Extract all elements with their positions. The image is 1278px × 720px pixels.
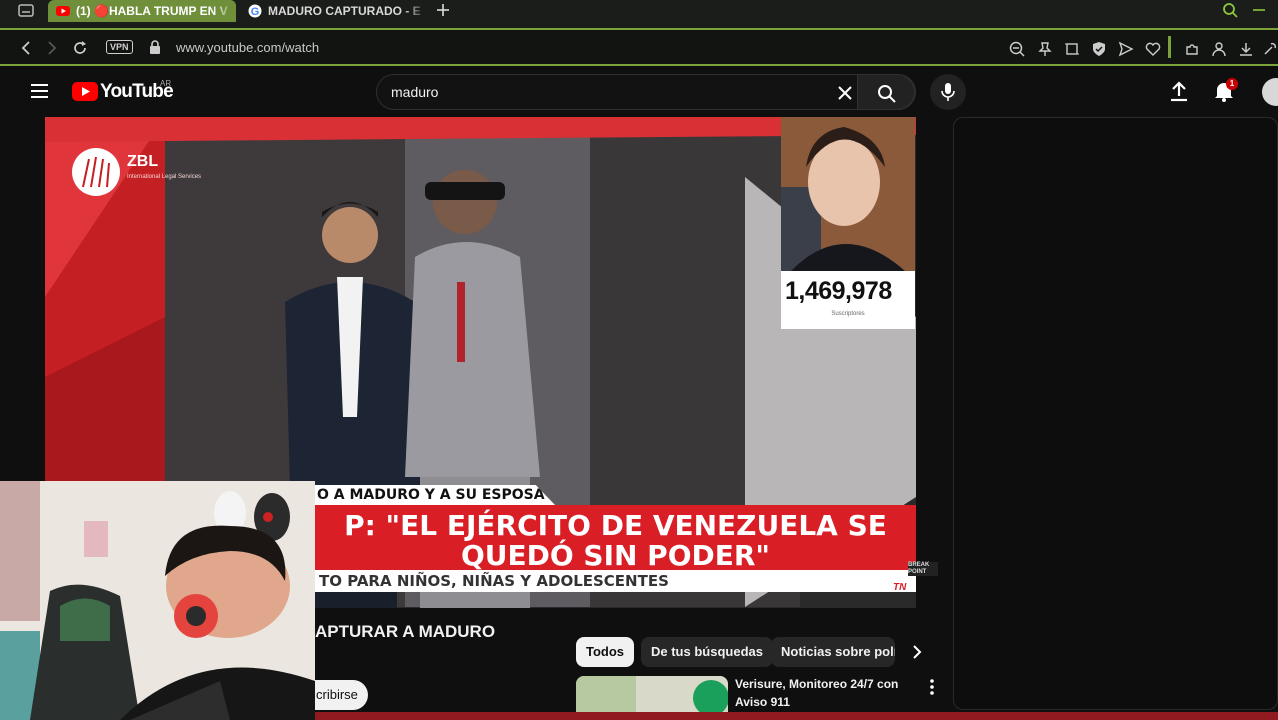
corner-tag: BREAK POINT <box>908 562 938 576</box>
bottom-strip <box>315 712 1278 720</box>
shield-icon[interactable] <box>1091 41 1107 57</box>
youtube-header: YouTube AR maduro 1 <box>0 68 1278 116</box>
subscriber-counter: 1,469,978 Suscriptores <box>781 271 915 329</box>
webcam-graphics <box>0 481 315 720</box>
avatar[interactable] <box>1262 78 1278 106</box>
right-side-panel <box>953 117 1278 710</box>
subscriber-count: 1,469,978 <box>785 277 892 305</box>
download-icon[interactable] <box>1238 41 1254 57</box>
microphone-icon <box>941 83 955 101</box>
chip-noticias[interactable]: Noticias sobre polí <box>771 637 895 667</box>
extensions-icon[interactable] <box>1184 41 1200 57</box>
search-input[interactable]: maduro <box>391 84 438 100</box>
notification-badge: 1 <box>1226 78 1238 90</box>
url-field[interactable]: www.youtube.com/watch <box>176 40 319 55</box>
streamer-facecam <box>781 117 915 271</box>
tools-icon[interactable] <box>1262 41 1278 57</box>
lock-icon[interactable] <box>147 39 163 55</box>
pin-icon[interactable] <box>1037 41 1053 57</box>
heart-icon[interactable] <box>1145 41 1161 57</box>
facecam-graphics <box>781 117 915 271</box>
tab-title: (1) 🔴HABLA TRUMP EN V <box>76 4 228 18</box>
toolbar-divider <box>1168 36 1171 58</box>
address-bar: VPN www.youtube.com/watch <box>0 28 1278 66</box>
tab-maduro-capturado[interactable]: G MADURO CAPTURADO - E <box>240 0 428 22</box>
suggested-title-2[interactable]: Aviso 911 <box>735 695 790 709</box>
chip-todos[interactable]: Todos <box>576 637 635 667</box>
search-box: maduro <box>376 74 916 110</box>
profile-icon[interactable] <box>1211 41 1227 57</box>
minimize-window-icon[interactable] <box>1252 8 1266 12</box>
channel-bug: TN <box>893 582 907 593</box>
tab-habla-trump[interactable]: (1) 🔴HABLA TRUMP EN V <box>48 0 236 22</box>
subscriber-label: Suscriptores <box>831 311 865 317</box>
reload-icon[interactable] <box>72 40 88 56</box>
tab-title: MADURO CAPTURADO - E <box>268 4 421 18</box>
youtube-favicon-icon <box>56 6 70 16</box>
tab-manager-icon[interactable] <box>18 4 34 18</box>
chevron-right-icon[interactable] <box>910 644 924 660</box>
chip-de-tus-busquedas[interactable]: De tus búsquedas <box>641 637 773 667</box>
headline-line-1: P: "EL EJÉRCITO DE VENEZUELA SE <box>344 509 887 542</box>
forward-icon[interactable] <box>44 40 60 56</box>
news-sub-banner: TO PARA NIÑOS, NIÑAS Y ADOLESCENTES <box>315 570 916 592</box>
country-code: AR <box>160 79 172 88</box>
voice-search-button[interactable] <box>930 74 966 110</box>
google-favicon-icon: G <box>248 4 262 18</box>
upload-icon[interactable] <box>1169 80 1189 102</box>
streamer-webcam <box>0 481 315 720</box>
video-title: APTURAR A MADURO <box>315 622 496 641</box>
zbl-logo-text: ZBL <box>127 153 159 170</box>
news-top-banner: O A MADURO Y A SU ESPOSA <box>315 485 555 505</box>
send-icon[interactable] <box>1118 41 1134 57</box>
vpn-badge[interactable]: VPN <box>106 40 133 54</box>
zoom-out-icon[interactable] <box>1009 41 1025 57</box>
screenshot-icon[interactable] <box>1064 41 1080 57</box>
svg-text:G: G <box>251 6 260 18</box>
youtube-logo-icon[interactable] <box>72 82 98 101</box>
search-icon <box>878 85 896 103</box>
back-icon[interactable] <box>18 40 34 56</box>
search-button[interactable] <box>857 74 915 110</box>
clear-search-icon[interactable] <box>837 85 853 101</box>
headline-line-2: QUEDÓ SIN PODER" <box>460 539 771 572</box>
suggested-title-1[interactable]: Verisure, Monitoreo 24/7 con <box>735 677 898 691</box>
hamburger-menu-icon[interactable] <box>30 83 50 99</box>
zbl-logo-icon <box>72 148 120 196</box>
more-options-icon[interactable] <box>928 678 936 696</box>
browser-tab-strip: (1) 🔴HABLA TRUMP EN V G MADURO CAPTURADO… <box>0 0 1278 28</box>
new-tab-icon[interactable] <box>436 3 450 17</box>
search-tabs-icon[interactable] <box>1222 2 1238 18</box>
zbl-tagline: International Legal Services <box>127 174 202 180</box>
news-headline: P: "EL EJÉRCITO DE VENEZUELA SE QUEDÓ SI… <box>315 505 916 573</box>
